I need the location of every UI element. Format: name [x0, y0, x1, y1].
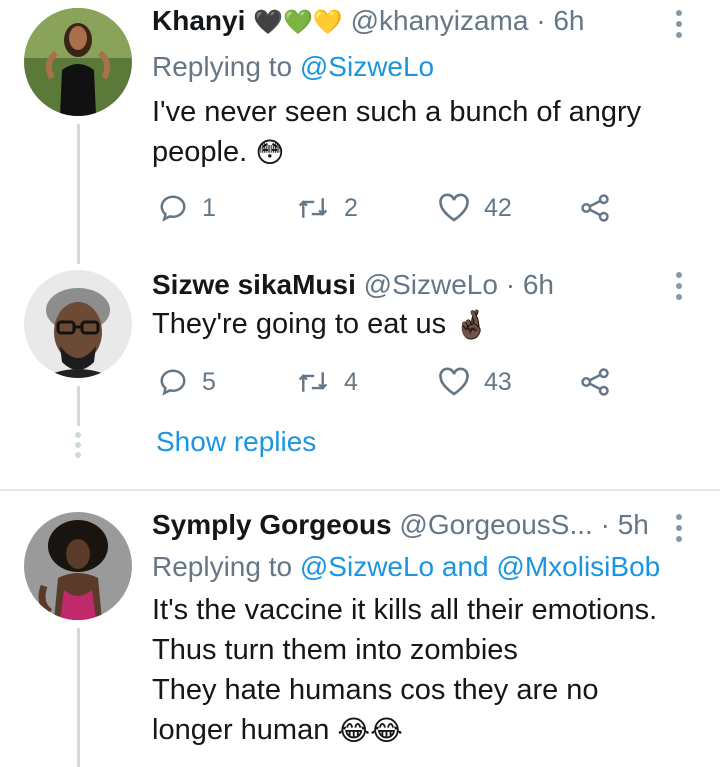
reply-button[interactable]: 1: [158, 188, 216, 228]
retweet-button[interactable]: 2: [296, 188, 358, 228]
timestamp[interactable]: 6h: [553, 5, 584, 36]
user-handle[interactable]: @SizweLo: [364, 269, 498, 300]
reply-icon: [160, 195, 186, 222]
tweet-text: It's the vaccine it kills all their emot…: [152, 590, 657, 751]
divider: [0, 489, 720, 491]
tweet-header: Symply Gorgeous @GorgeousS... · 5h: [152, 508, 649, 542]
tweet-text-line: I've never seen such a bunch of angry: [152, 96, 642, 128]
reply-button[interactable]: 5: [158, 362, 216, 402]
more-options-icon[interactable]: [676, 272, 682, 305]
thread-line: [77, 386, 80, 426]
user-handle[interactable]: @khanyizama: [351, 5, 529, 36]
tweet-actions: 1 2 42: [152, 188, 622, 228]
display-name[interactable]: Khanyi: [152, 5, 245, 36]
replying-to: Replying to @SizweLo and @MxolisiBob: [152, 550, 660, 584]
share-icon: [581, 368, 609, 396]
tweet-actions: 5 4 43: [152, 362, 622, 402]
flushed-emoji: 😳: [255, 137, 285, 169]
reply-count: 5: [202, 367, 216, 396]
tweet-header: Sizwe sikaMusi @SizweLo · 6h: [152, 268, 554, 302]
reply-count: 1: [202, 193, 216, 222]
mention-link[interactable]: @SizweLo: [300, 51, 434, 82]
tweet-text-line: It's the vaccine it kills all their emot…: [152, 594, 658, 626]
show-replies-link[interactable]: Show replies: [156, 426, 316, 458]
thread-line: [77, 628, 80, 767]
share-icon: [581, 194, 609, 222]
replying-to-label: Replying to: [152, 51, 293, 82]
tweet-text: I've never seen such a bunch of angry pe…: [152, 92, 641, 173]
thread-line: [77, 124, 80, 264]
more-options-icon[interactable]: [676, 514, 682, 547]
tweet-sizwe[interactable]: Sizwe sikaMusi @SizweLo · 6h They're goi…: [0, 260, 720, 488]
tweet-text-line: longer human: [152, 714, 330, 746]
reply-icon: [160, 369, 186, 396]
retweet-count: 2: [344, 193, 358, 222]
display-name[interactable]: Sizwe sikaMusi: [152, 269, 356, 300]
tweet-header: Khanyi 🖤💚💛 @khanyizama · 6h: [152, 4, 584, 40]
avatar-symply-gorgeous[interactable]: [24, 512, 132, 620]
display-name[interactable]: Symply Gorgeous: [152, 509, 392, 540]
name-emoji-badges: 🖤💚💛: [253, 9, 343, 36]
mention-link[interactable]: @SizweLo and @MxolisiBob: [300, 551, 660, 582]
tweet-khanyi[interactable]: Khanyi 🖤💚💛 @khanyizama · 6h Replying to …: [0, 0, 720, 264]
user-handle[interactable]: @GorgeousS...: [399, 509, 592, 540]
tweet-text-line: They hate humans cos they are no: [152, 674, 599, 706]
more-options-icon[interactable]: [676, 10, 682, 43]
like-count: 43: [484, 367, 512, 396]
tweet-text-line: people.: [152, 136, 248, 168]
retweet-icon: [298, 198, 328, 218]
retweet-button[interactable]: 4: [296, 362, 358, 402]
share-button[interactable]: [580, 188, 624, 228]
tweet-text-line: Thus turn them into zombies: [152, 634, 518, 666]
tweet-text-line: They're going to eat us: [152, 308, 447, 340]
tweet-text: They're going to eat us 🤞🏿: [152, 304, 489, 345]
avatar-sizwe[interactable]: [24, 270, 132, 378]
thread-more-indicator: [75, 432, 81, 462]
share-button[interactable]: [580, 362, 624, 402]
heart-icon: [439, 193, 469, 222]
retweet-icon: [298, 372, 328, 392]
avatar-khanyi[interactable]: [24, 8, 132, 116]
laughing-emoji: 😂😂: [337, 715, 403, 747]
tweet-symply-gorgeous[interactable]: Symply Gorgeous @GorgeousS... · 5h Reply…: [0, 492, 720, 767]
retweet-count: 4: [344, 367, 358, 396]
replying-to-label: Replying to: [152, 551, 293, 582]
replying-to: Replying to @SizweLo: [152, 50, 434, 84]
timestamp[interactable]: 6h: [523, 269, 554, 300]
separator-dot: ·: [536, 5, 546, 36]
like-count: 42: [484, 193, 512, 222]
timestamp[interactable]: 5h: [618, 509, 649, 540]
heart-icon: [439, 367, 469, 396]
like-button[interactable]: 42: [438, 188, 512, 228]
separator-dot: ·: [600, 509, 610, 540]
separator-dot: ·: [505, 269, 516, 300]
like-button[interactable]: 43: [438, 362, 512, 402]
crossed-fingers-emoji: 🤞🏿: [454, 309, 490, 341]
